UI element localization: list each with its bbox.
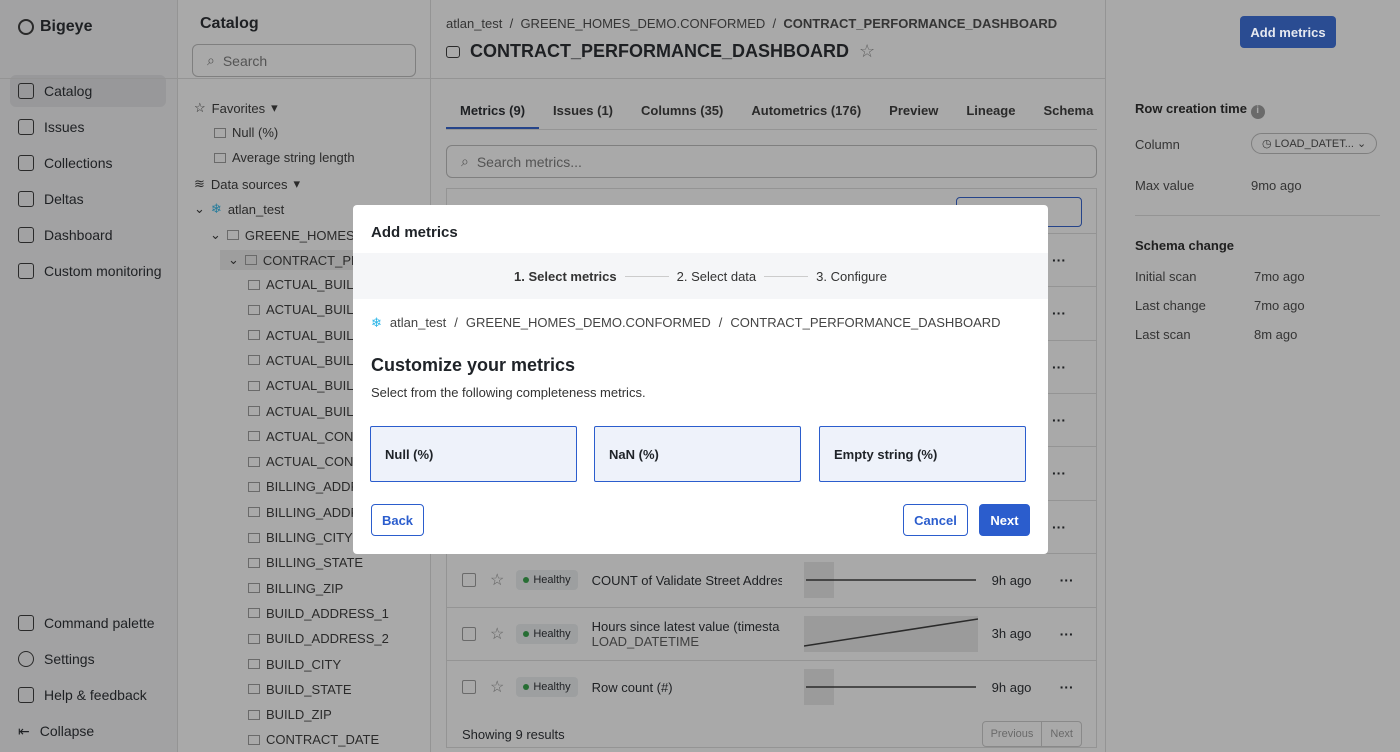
crumb: atlan_test bbox=[389, 315, 447, 330]
back-button[interactable]: Back bbox=[371, 504, 424, 536]
step-active: 1. Select metrics bbox=[514, 268, 617, 284]
modal-subtitle: Select from the following completeness m… bbox=[371, 385, 646, 400]
add-metrics-button[interactable]: Add metrics bbox=[1240, 16, 1336, 48]
stepper: 1. Select metrics 2. Select data 3. Conf… bbox=[353, 253, 1048, 299]
option-null-percent[interactable]: Null (%) bbox=[370, 426, 577, 482]
option-empty-string-percent[interactable]: Empty string (%) bbox=[819, 426, 1026, 482]
modal-title: Add metrics bbox=[371, 224, 458, 241]
crumb: CONTRACT_PERFORMANCE_DASHBOARD bbox=[730, 315, 1001, 330]
snowflake-icon: ❄ bbox=[371, 315, 382, 330]
crumb: GREENE_HOMES_DEMO.CONFORMED bbox=[465, 315, 711, 330]
option-nan-percent[interactable]: NaN (%) bbox=[594, 426, 801, 482]
step: 3. Configure bbox=[816, 268, 887, 284]
step: 2. Select data bbox=[676, 268, 757, 284]
next-button[interactable]: Next bbox=[979, 504, 1030, 536]
modal-heading: Customize your metrics bbox=[371, 355, 576, 375]
modal-breadcrumb: ❄ atlan_test / GREENE_HOMES_DEMO.CONFORMED /… bbox=[371, 315, 1001, 330]
cancel-button[interactable]: Cancel bbox=[903, 504, 968, 536]
add-metrics-modal: Add metrics 1. Select metrics 2. Select … bbox=[353, 205, 1048, 554]
